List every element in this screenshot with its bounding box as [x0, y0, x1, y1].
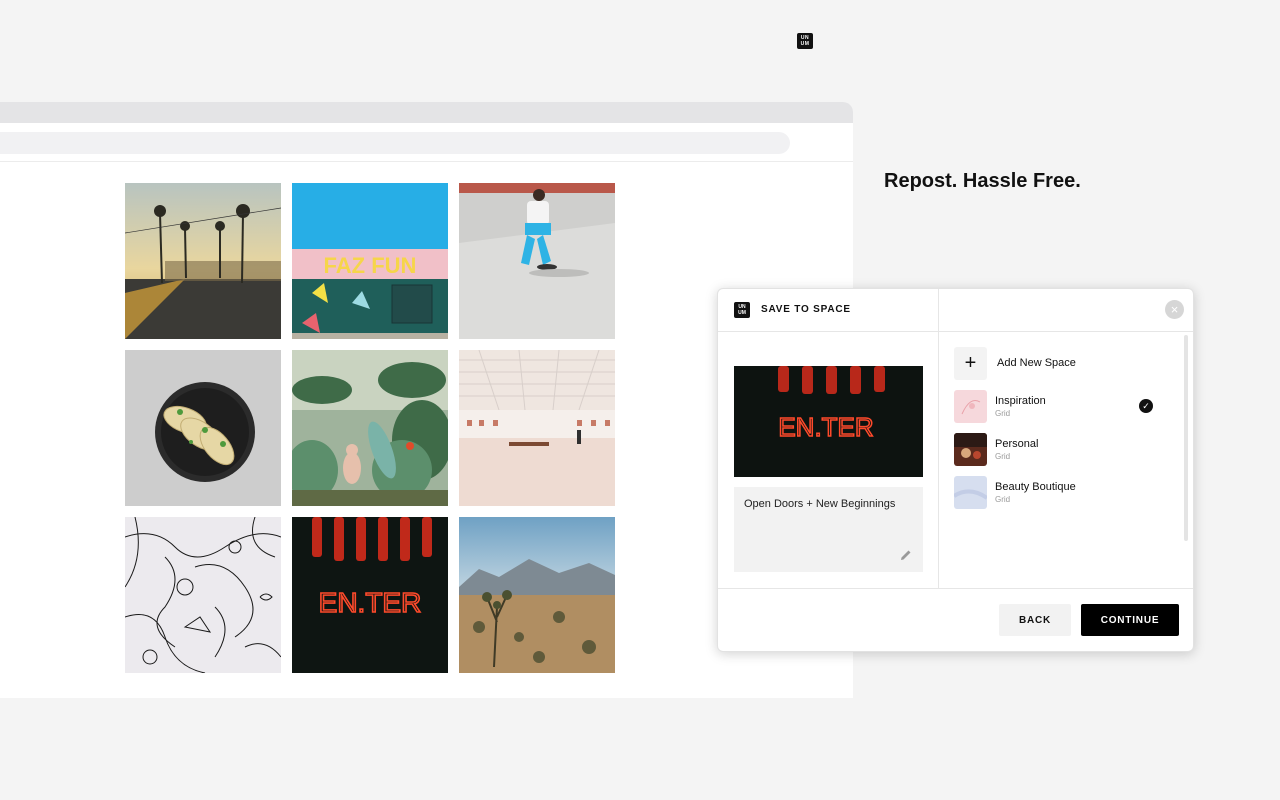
- browser-toolbar: [0, 123, 853, 162]
- photo-grid: FAZ FUN EN.TER: [125, 183, 615, 673]
- space-thumbnail: [954, 433, 987, 466]
- neon-sign-text: EN.TER: [319, 587, 422, 618]
- modal-title: SAVE TO SPACE: [761, 304, 851, 315]
- space-item-inspiration[interactable]: Inspiration Grid ✓: [954, 390, 1174, 423]
- marketing-tagline: Repost. Hassle Free.: [884, 170, 1081, 192]
- grid-tile-gallery-room[interactable]: [459, 350, 615, 506]
- unum-logo-icon: UN UM: [734, 302, 750, 318]
- pencil-icon[interactable]: [900, 549, 912, 561]
- plus-icon: +: [954, 346, 987, 380]
- space-name: Personal: [995, 438, 1039, 450]
- grid-tile-street-palms[interactable]: [125, 183, 281, 339]
- modal-footer-divider: [718, 588, 1193, 589]
- space-thumbnail: [954, 390, 987, 423]
- continue-button[interactable]: CONTINUE: [1081, 604, 1179, 636]
- add-new-space-button[interactable]: + Add New Space: [954, 346, 1174, 380]
- address-bar[interactable]: [0, 132, 790, 154]
- post-preview-image: EN.TER: [734, 366, 923, 477]
- back-button[interactable]: BACK: [999, 604, 1071, 636]
- caption-field[interactable]: Open Doors + New Beginnings: [734, 487, 923, 572]
- space-item-personal[interactable]: Personal Grid: [954, 433, 1174, 466]
- close-icon[interactable]: ×: [1165, 300, 1184, 319]
- space-thumbnail: [954, 476, 987, 509]
- grid-tile-jungle-painting[interactable]: [292, 350, 448, 506]
- grid-tile-desert-joshua-tree[interactable]: [459, 517, 615, 673]
- space-type: Grid: [995, 409, 1011, 418]
- grid-tile-skateboarder[interactable]: [459, 183, 615, 339]
- space-type: Grid: [995, 452, 1011, 461]
- space-info: Inspiration Grid: [995, 395, 1046, 418]
- preview-neon-text: EN.TER: [778, 412, 873, 442]
- grid-tile-tacos[interactable]: [125, 350, 281, 506]
- check-icon: ✓: [1139, 399, 1153, 413]
- unum-extension-icon[interactable]: UN UM: [797, 33, 813, 49]
- save-to-space-modal: UN UM SAVE TO SPACE × EN.TER Open Doors …: [717, 288, 1194, 652]
- space-list-scrollbar[interactable]: [1184, 335, 1188, 541]
- mural-text: FAZ FUN: [324, 253, 417, 278]
- grid-tile-mural-wall[interactable]: FAZ FUN: [292, 183, 448, 339]
- space-info: Personal Grid: [995, 438, 1038, 461]
- space-info: Beauty Boutique Grid: [995, 481, 1076, 504]
- modal-logo-bottom: UM: [738, 310, 746, 316]
- space-type: Grid: [995, 495, 1011, 504]
- space-list: + Add New Space Inspiration Grid ✓ Perso…: [954, 346, 1174, 519]
- caption-text: Open Doors + New Beginnings: [744, 498, 896, 510]
- modal-header-divider: [718, 331, 1193, 332]
- space-item-beauty-boutique[interactable]: Beauty Boutique Grid: [954, 476, 1174, 509]
- grid-tile-enter-neon[interactable]: EN.TER: [292, 517, 448, 673]
- extension-logo-bottom: UM: [800, 41, 810, 47]
- add-new-space-label: Add New Space: [997, 357, 1076, 369]
- modal-column-divider: [938, 289, 939, 588]
- browser-tab-strip: [0, 102, 853, 123]
- space-name: Inspiration: [995, 395, 1046, 407]
- space-name: Beauty Boutique: [995, 481, 1076, 493]
- grid-tile-doodle-drawing[interactable]: [125, 517, 281, 673]
